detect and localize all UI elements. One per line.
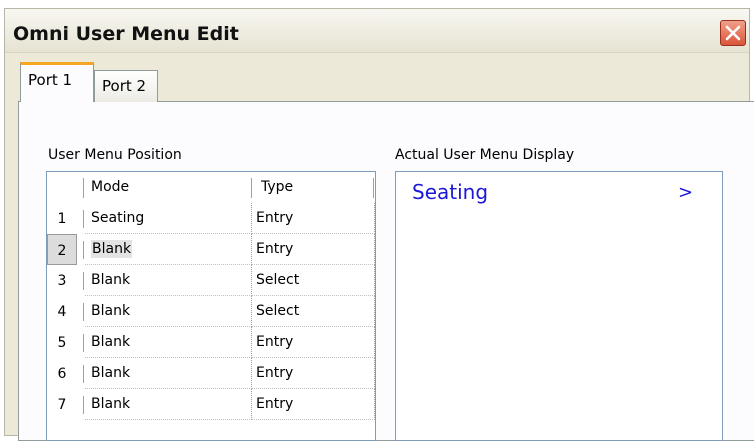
type-value: Entry: [256, 241, 294, 257]
title-bar: Omni User Menu Edit: [5, 9, 749, 53]
type-value: Entry: [256, 365, 294, 381]
display-menu-item: Seating: [412, 180, 489, 204]
type-value: Entry: [256, 210, 294, 226]
header-separator: [373, 178, 374, 198]
type-cell[interactable]: Entry: [251, 389, 375, 420]
row-separator: [83, 334, 84, 352]
table-row[interactable]: 5 Blank Entry: [47, 327, 375, 358]
type-cell[interactable]: Entry: [251, 327, 375, 358]
display-arrow: >: [678, 182, 694, 203]
table-row[interactable]: 3 Blank Select: [47, 265, 375, 296]
user-menu-grid[interactable]: Mode Type 1 Seating Entry 2 Blank Entry …: [46, 171, 376, 441]
header-separator: [83, 178, 84, 198]
type-cell[interactable]: Entry: [251, 234, 375, 265]
row-separator: [83, 396, 84, 414]
type-value: Select: [256, 272, 300, 288]
mode-value: Blank: [91, 272, 131, 288]
mode-value: Blank: [91, 365, 131, 381]
header-separator: [251, 178, 252, 198]
row-number[interactable]: 5: [47, 327, 77, 358]
user-menu-position-label: User Menu Position: [48, 147, 182, 163]
mode-cell[interactable]: Blank: [85, 234, 250, 265]
table-row[interactable]: 7 Blank Entry: [47, 389, 375, 420]
row-number[interactable]: 4: [47, 296, 77, 327]
table-row[interactable]: 4 Blank Select: [47, 296, 375, 327]
mode-cell[interactable]: Blank: [85, 358, 250, 389]
mode-cell[interactable]: Blank: [85, 327, 250, 358]
mode-value: Blank: [91, 396, 131, 412]
mode-value: Blank: [91, 240, 133, 258]
row-separator: [83, 365, 84, 383]
grid-header: Mode Type: [47, 172, 375, 202]
type-value: Entry: [256, 396, 294, 412]
mode-cell[interactable]: Seating: [85, 203, 250, 234]
row-separator: [83, 241, 84, 259]
type-value: Entry: [256, 334, 294, 350]
row-separator: [83, 272, 84, 290]
row-number[interactable]: 1: [47, 203, 77, 234]
actual-user-menu-display-label: Actual User Menu Display: [395, 147, 575, 163]
row-separator: [83, 303, 84, 321]
mode-value: Seating: [91, 210, 145, 226]
column-header-mode[interactable]: Mode: [91, 172, 129, 202]
close-button[interactable]: [720, 20, 746, 46]
mode-value: Blank: [91, 334, 131, 350]
row-number[interactable]: 7: [47, 389, 77, 420]
window-title: Omni User Menu Edit: [13, 23, 239, 45]
type-cell[interactable]: Entry: [251, 358, 375, 389]
mode-cell[interactable]: Blank: [85, 265, 250, 296]
row-number-selected[interactable]: 2: [47, 234, 77, 265]
mode-cell[interactable]: Blank: [85, 389, 250, 420]
user-menu-display: Seating >: [395, 171, 723, 441]
type-cell[interactable]: Select: [251, 296, 375, 327]
close-icon: [725, 25, 741, 41]
row-separator: [83, 210, 84, 228]
tab-port-1[interactable]: Port 1: [20, 62, 94, 102]
table-row[interactable]: 6 Blank Entry: [47, 358, 375, 389]
type-value: Select: [256, 303, 300, 319]
column-header-type[interactable]: Type: [261, 172, 293, 202]
mode-cell[interactable]: Blank: [85, 296, 250, 327]
row-number[interactable]: 6: [47, 358, 77, 389]
mode-value: Blank: [91, 303, 131, 319]
table-row[interactable]: 1 Seating Entry: [47, 203, 375, 234]
row-number[interactable]: 3: [47, 265, 77, 296]
tab-port-2[interactable]: Port 2: [94, 70, 158, 102]
type-cell[interactable]: Select: [251, 265, 375, 296]
type-cell[interactable]: Entry: [251, 203, 375, 234]
table-row[interactable]: 2 Blank Entry: [47, 234, 375, 265]
